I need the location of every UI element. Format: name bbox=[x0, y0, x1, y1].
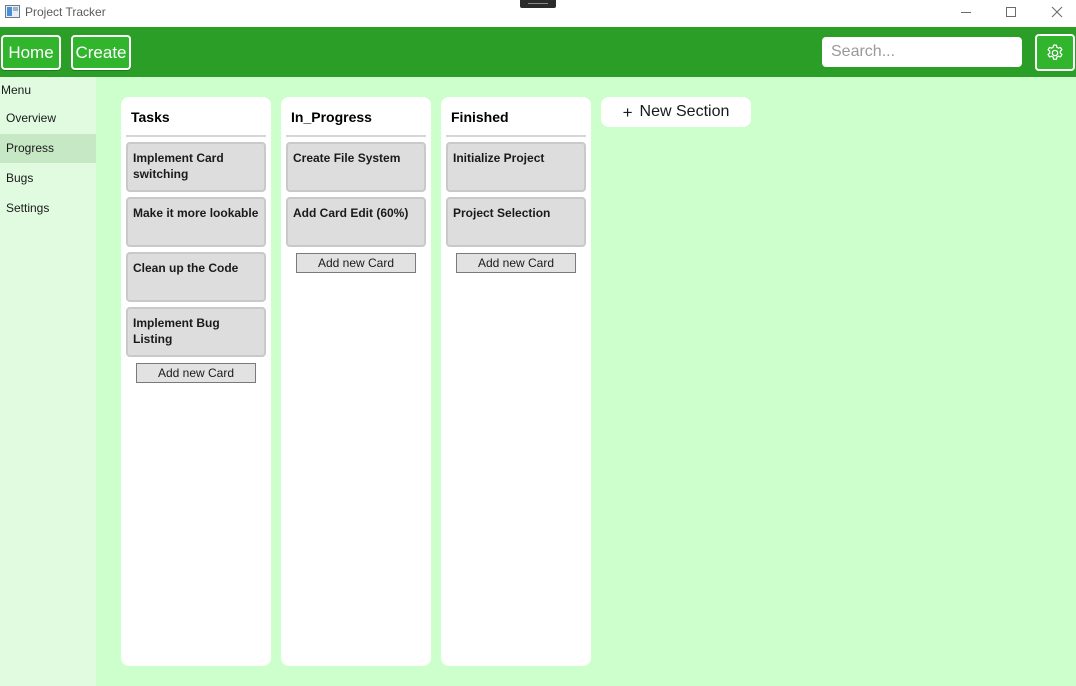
section-finished: Finished Initialize Project Project Sele… bbox=[441, 97, 591, 666]
task-card[interactable]: Create File System bbox=[286, 142, 426, 192]
close-icon bbox=[1051, 6, 1063, 18]
settings-button[interactable] bbox=[1035, 34, 1075, 71]
title-bar[interactable]: Project Tracker bbox=[0, 0, 1076, 27]
sidebar-item-settings[interactable]: Settings bbox=[0, 194, 96, 223]
top-toolbar: Home Create bbox=[0, 27, 1076, 77]
search-input[interactable] bbox=[822, 37, 1022, 67]
task-card[interactable]: Implement Card switching bbox=[126, 142, 266, 192]
task-card[interactable]: Make it more lookable bbox=[126, 197, 266, 247]
window-title: Project Tracker bbox=[25, 5, 106, 19]
task-card[interactable]: Initialize Project bbox=[446, 142, 586, 192]
section-title: Finished bbox=[451, 109, 509, 125]
sidebar-item-progress[interactable]: Progress bbox=[0, 134, 96, 163]
sidebar-item-bugs[interactable]: Bugs bbox=[0, 164, 96, 193]
section-divider bbox=[126, 135, 266, 137]
task-card[interactable]: Project Selection bbox=[446, 197, 586, 247]
minimize-button[interactable] bbox=[943, 0, 989, 24]
sidebar-menu: Menu Overview Progress Bugs Settings bbox=[0, 77, 96, 686]
add-card-button[interactable]: Add new Card bbox=[456, 253, 576, 273]
home-button[interactable]: Home bbox=[1, 35, 61, 70]
task-card[interactable]: Implement Bug Listing bbox=[126, 307, 266, 357]
section-tasks: Tasks Implement Card switching Make it m… bbox=[121, 97, 271, 666]
gear-icon bbox=[1047, 43, 1063, 60]
add-card-button[interactable]: Add new Card bbox=[136, 363, 256, 383]
task-card[interactable]: Add Card Edit (60%) bbox=[286, 197, 426, 247]
menu-heading: Menu bbox=[1, 83, 32, 97]
new-section-label: New Section bbox=[639, 103, 730, 120]
section-divider bbox=[286, 135, 426, 137]
task-card[interactable]: Clean up the Code bbox=[126, 252, 266, 302]
add-card-button[interactable]: Add new Card bbox=[296, 253, 416, 273]
drag-handle[interactable] bbox=[520, 0, 556, 8]
create-button[interactable]: Create bbox=[71, 35, 131, 70]
board-area: Tasks Implement Card switching Make it m… bbox=[96, 77, 1076, 686]
plus-icon: + bbox=[622, 102, 633, 122]
maximize-button[interactable] bbox=[988, 0, 1034, 24]
section-in-progress: In_Progress Create File System Add Card … bbox=[281, 97, 431, 666]
new-section-button[interactable]: + New Section bbox=[601, 97, 751, 127]
section-title: In_Progress bbox=[291, 109, 372, 125]
maximize-icon bbox=[1006, 7, 1016, 17]
app-window: Project Tracker Home Create Search... Me… bbox=[0, 0, 1076, 686]
section-divider bbox=[446, 135, 586, 137]
section-title: Tasks bbox=[131, 109, 170, 125]
minimize-icon bbox=[961, 12, 971, 13]
close-button[interactable] bbox=[1034, 0, 1076, 24]
sidebar-item-overview[interactable]: Overview bbox=[0, 104, 96, 133]
app-window-icon bbox=[5, 5, 20, 18]
